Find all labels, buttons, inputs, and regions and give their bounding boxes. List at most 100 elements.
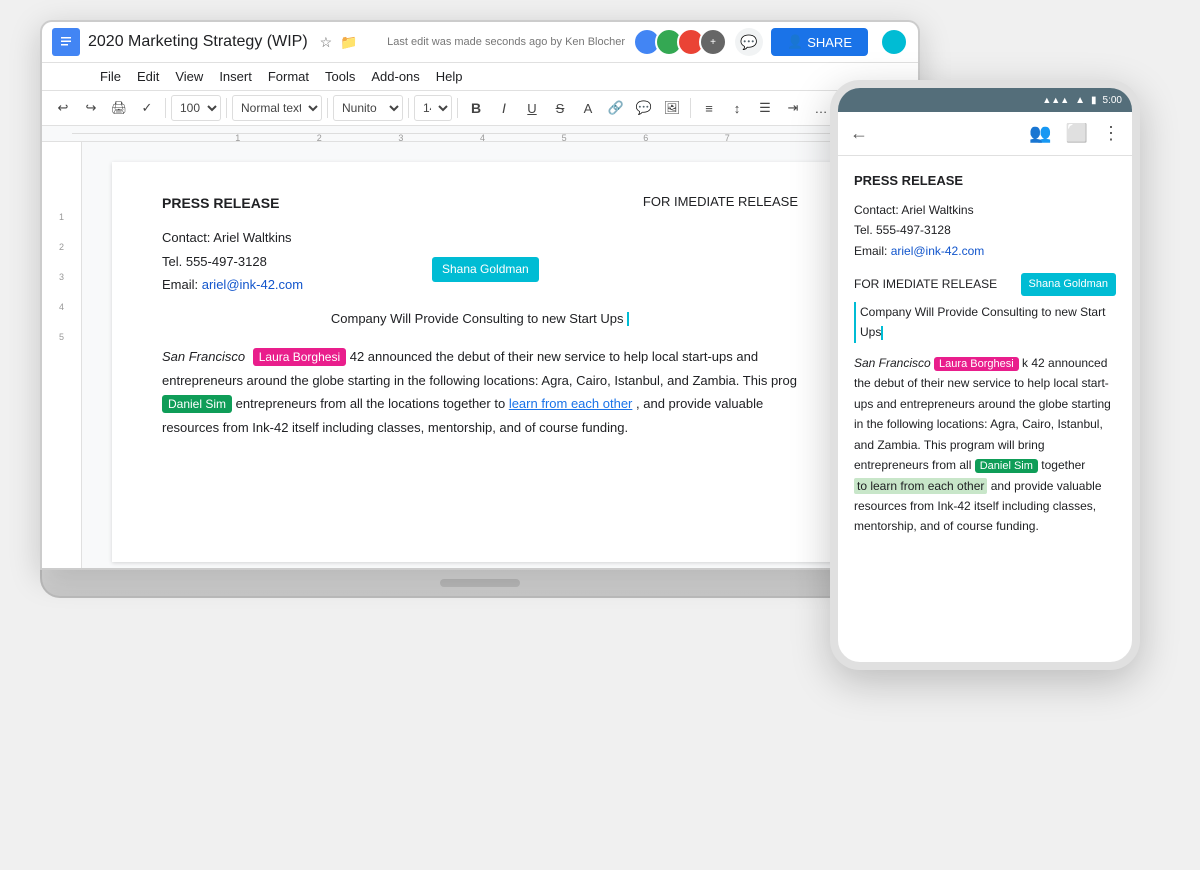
phone-body-end: together [1041, 458, 1085, 472]
menu-tools[interactable]: Tools [317, 65, 363, 88]
document-body: 1 2 3 4 5 Shana Goldman PRESS RELEASE FO… [42, 142, 918, 568]
wifi-icon: ▲ [1075, 95, 1085, 106]
divider [165, 98, 166, 118]
indent-button[interactable]: ⇥ [780, 95, 806, 121]
phone-daniel-badge: Daniel Sim [975, 459, 1038, 473]
strikethrough-button[interactable]: S [547, 95, 573, 121]
menu-bar: File Edit View Insert Format Tools Add-o… [42, 63, 918, 91]
subtitle-area: Company Will Provide Consulting to new S… [162, 309, 798, 330]
font-select[interactable]: Nunito [333, 95, 403, 121]
undo-button[interactable]: ↩ [50, 95, 76, 121]
divider [690, 98, 691, 118]
title-action-icons: ☆ 📁 [320, 34, 358, 51]
back-button[interactable]: ← [850, 123, 868, 144]
phone-nav-right: 👥 ⬜ ⋮ [1029, 123, 1120, 144]
laptop-screen: 2020 Marketing Strategy (WIP) ☆ 📁 Last e… [40, 20, 920, 570]
phone-city: San Francisco [854, 356, 931, 370]
menu-addons[interactable]: Add-ons [363, 65, 427, 88]
link-button[interactable]: 🔗 [603, 95, 629, 121]
phone-status-bar: ▲▲▲ ▲ ▮ 5:00 [838, 88, 1132, 112]
last-edit-info: Last edit was made seconds ago by Ken Bl… [387, 36, 625, 48]
phone-contact-tel: Tel. 555-497-3128 [854, 220, 1116, 240]
menu-help[interactable]: Help [428, 65, 471, 88]
phone-contact-info: Contact: Ariel Waltkins Tel. 555-497-312… [854, 200, 1116, 261]
body-text: San Francisco Laura Borghesi 42 announce… [162, 345, 798, 439]
redo-button[interactable]: ↪ [78, 95, 104, 121]
laptop: 2020 Marketing Strategy (WIP) ☆ 📁 Last e… [40, 20, 920, 640]
learn-text: learn from each other [509, 396, 633, 411]
phone-contact-name: Contact: Ariel Waltkins [854, 200, 1116, 220]
press-release-header: PRESS RELEASE FOR IMEDIATE RELEASE [162, 192, 798, 214]
title-right-area: Last edit was made seconds ago by Ken Bl… [387, 28, 908, 56]
drive-icon[interactable]: 📁 [340, 34, 357, 51]
document-title[interactable]: 2020 Marketing Strategy (WIP) [88, 33, 308, 51]
phone-press-title: PRESS RELEASE [854, 170, 1116, 192]
phone-for-release: FOR IMEDIATE RELEASE [854, 274, 997, 294]
phone-learn-text: to learn from each other [854, 478, 987, 494]
laura-badge: Laura Borghesi [253, 349, 346, 364]
style-select[interactable]: Normal text [232, 95, 322, 121]
comment-inline-button[interactable]: 💬 [631, 95, 657, 121]
signal-icon: ▲▲▲ [1042, 95, 1069, 105]
for-release: FOR IMEDIATE RELEASE [643, 192, 798, 214]
phone-nav-bar: ← 👥 ⬜ ⋮ [838, 112, 1132, 156]
divider [457, 98, 458, 118]
laptop-notch [440, 579, 520, 587]
menu-view[interactable]: View [167, 65, 211, 88]
image-button[interactable]: 🖼 [659, 95, 685, 121]
star-icon[interactable]: ☆ [320, 34, 333, 51]
line-spacing-button[interactable]: ↕ [724, 95, 750, 121]
contact-name: Contact: Ariel Waltkins [162, 226, 798, 249]
body-text-2: entrepreneurs from all the locations tog… [236, 396, 509, 411]
more-nav-icon[interactable]: ⋮ [1102, 123, 1120, 144]
avatar-group: + [633, 28, 727, 56]
phone-shana-badge: Shana Goldman [1021, 273, 1117, 296]
page-area[interactable]: Shana Goldman PRESS RELEASE FOR IMEDIATE… [82, 142, 878, 568]
shana-goldman-badge: Shana Goldman [432, 257, 539, 282]
docs-app-icon [52, 28, 80, 56]
left-ruler: 1 2 3 4 5 [42, 142, 82, 568]
divider [226, 98, 227, 118]
menu-edit[interactable]: Edit [129, 65, 167, 88]
menu-insert[interactable]: Insert [211, 65, 260, 88]
list-button[interactable]: ☰ [752, 95, 778, 121]
horizontal-ruler: 1 2 3 4 5 6 7 [42, 126, 918, 142]
battery-icon: ▮ [1091, 95, 1097, 106]
divider [327, 98, 328, 118]
phone-contact-email: Email: ariel@ink-42.com [854, 241, 1116, 261]
print-button[interactable]: 🖨 [106, 95, 132, 121]
phone-mockup: ▲▲▲ ▲ ▮ 5:00 ← 👥 ⬜ ⋮ PRESS RELEASE Conta… [830, 80, 1140, 670]
cursor [627, 312, 629, 326]
people-nav-icon[interactable]: 👥 [1029, 123, 1051, 144]
city-name: San Francisco [162, 349, 245, 364]
phone-body-text: San Francisco Laura Borghesi k 42 announ… [854, 353, 1116, 537]
phone-for-release-row: FOR IMEDIATE RELEASE Shana Goldman [854, 273, 1116, 296]
font-size-select[interactable]: 14 [414, 95, 452, 121]
laptop-base [40, 570, 920, 598]
title-bar: 2020 Marketing Strategy (WIP) ☆ 📁 Last e… [42, 22, 918, 63]
share-button[interactable]: 👤 SHARE [771, 28, 868, 56]
layout-nav-icon[interactable]: ⬜ [1066, 123, 1088, 144]
comment-button[interactable]: 💬 [735, 28, 763, 56]
spell-check-button[interactable]: ✓ [134, 95, 160, 121]
italic-button[interactable]: I [491, 95, 517, 121]
time-display: 5:00 [1103, 95, 1122, 106]
subtitle-text: Company Will Provide Consulting to new S… [331, 311, 624, 326]
underline-button[interactable]: U [519, 95, 545, 121]
text-color-button[interactable]: A [575, 95, 601, 121]
email-link[interactable]: ariel@ink-42.com [202, 277, 303, 292]
avatar-overflow: + [699, 28, 727, 56]
phone-email-link[interactable]: ariel@ink-42.com [891, 244, 985, 258]
divider [408, 98, 409, 118]
menu-file[interactable]: File [92, 65, 129, 88]
align-button[interactable]: ≡ [696, 95, 722, 121]
user-avatar[interactable] [880, 28, 908, 56]
phone-body-mid: k 42 announced the debut of their new se… [854, 356, 1111, 472]
daniel-badge: Daniel Sim [162, 396, 232, 411]
press-title: PRESS RELEASE [162, 192, 279, 214]
menu-format[interactable]: Format [260, 65, 317, 88]
bold-button[interactable]: B [463, 95, 489, 121]
google-docs-app: 2020 Marketing Strategy (WIP) ☆ 📁 Last e… [42, 22, 918, 568]
phone-document: PRESS RELEASE Contact: Ariel Waltkins Te… [838, 156, 1132, 551]
zoom-select[interactable]: 100% [171, 95, 221, 121]
